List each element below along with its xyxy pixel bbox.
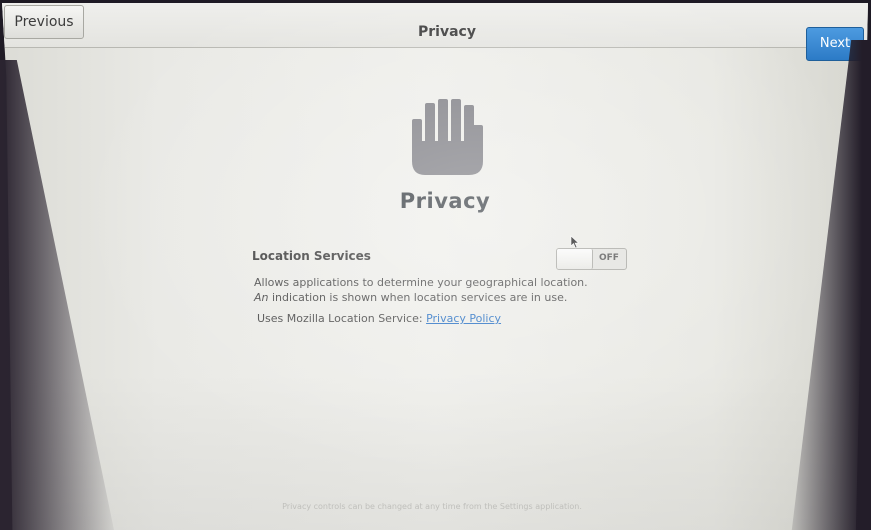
description-text-italic: An bbox=[254, 291, 269, 304]
location-services-label: Location Services bbox=[252, 249, 371, 263]
page-title: Privacy bbox=[399, 189, 491, 213]
description-text: Allows applications to determine your ge… bbox=[254, 276, 588, 289]
mouse-cursor-icon bbox=[570, 235, 580, 249]
location-services-toggle[interactable]: OFF bbox=[556, 248, 627, 270]
location-services-description: Allows applications to determine your ge… bbox=[254, 275, 594, 305]
location-service-provider: Uses Mozilla Location Service: Privacy P… bbox=[257, 312, 501, 325]
description-text-cont: indication is shown when location servic… bbox=[272, 291, 568, 304]
privacy-policy-link[interactable]: Privacy Policy bbox=[426, 312, 501, 325]
previous-button[interactable]: Previous bbox=[4, 5, 84, 39]
uses-text: Uses Mozilla Location Service: bbox=[257, 312, 423, 325]
toggle-state-label: OFF bbox=[599, 253, 619, 263]
header-bar: Previous Privacy bbox=[2, 3, 868, 48]
footer-note: Privacy controls can be changed at any t… bbox=[282, 502, 582, 511]
hand-stop-icon bbox=[412, 99, 483, 175]
header-title: Privacy bbox=[418, 24, 476, 40]
toggle-knob bbox=[557, 249, 593, 269]
setup-window: Previous Privacy Privacy Location Servic… bbox=[2, 3, 868, 530]
